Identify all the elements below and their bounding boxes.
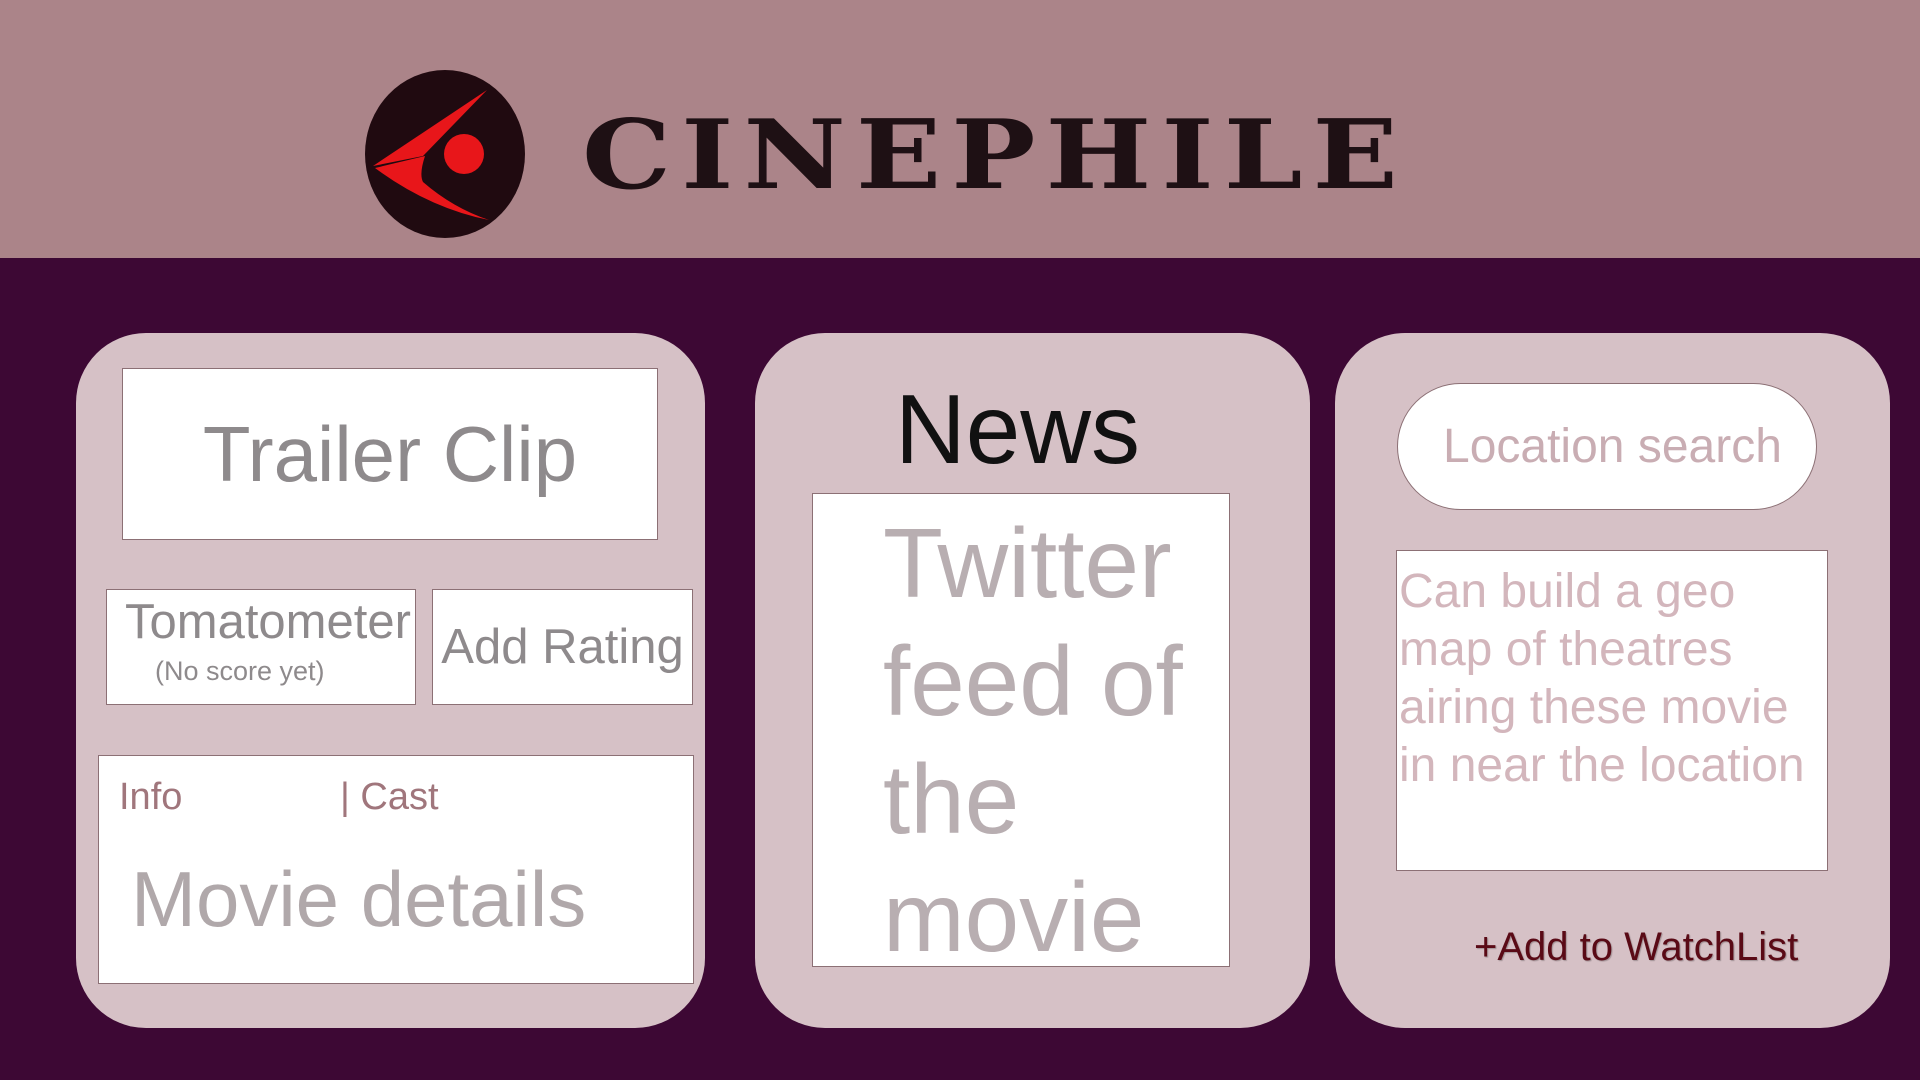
movie-info-card: Trailer Clip Tomatometer (No score yet) … [76, 333, 705, 1028]
twitter-feed-text: Twitter feed of the movie [883, 508, 1183, 972]
add-to-watchlist-button[interactable]: +Add to WatchList [1474, 925, 1798, 970]
geo-map-placeholder: Can build a geo map of theatres airing t… [1396, 550, 1828, 871]
page: CINEPHILE Trailer Clip Tomatometer (No s… [0, 0, 1920, 1080]
tomatometer-score: (No score yet) [155, 656, 325, 686]
brand-name: CINEPHILE [582, 99, 1408, 211]
twitter-feed: Twitter feed of the movie [812, 493, 1230, 972]
tab-cast[interactable]: | Cast [340, 776, 439, 819]
geo-map-text: Can build a geo map of theatres airing t… [1399, 565, 1805, 792]
cinephile-eye-logo-icon[interactable] [363, 68, 527, 240]
news-card: News Twitter feed of the movie [755, 333, 1310, 1028]
tomatometer-label: Tomatometer [125, 595, 411, 649]
location-search-input[interactable] [1397, 383, 1817, 510]
movie-details-text: Movie details [131, 855, 587, 943]
tab-info[interactable]: Info [119, 776, 182, 819]
tomatometer-box: Tomatometer (No score yet) [106, 589, 416, 705]
movie-details-panel: Info | Cast Movie details [98, 755, 694, 984]
location-card: Can build a geo map of theatres airing t… [1335, 333, 1890, 1028]
trailer-clip[interactable]: Trailer Clip [122, 368, 658, 540]
header-bar: CINEPHILE [0, 0, 1920, 258]
add-rating-button[interactable]: Add Rating [432, 589, 693, 705]
news-title: News [895, 374, 1141, 484]
